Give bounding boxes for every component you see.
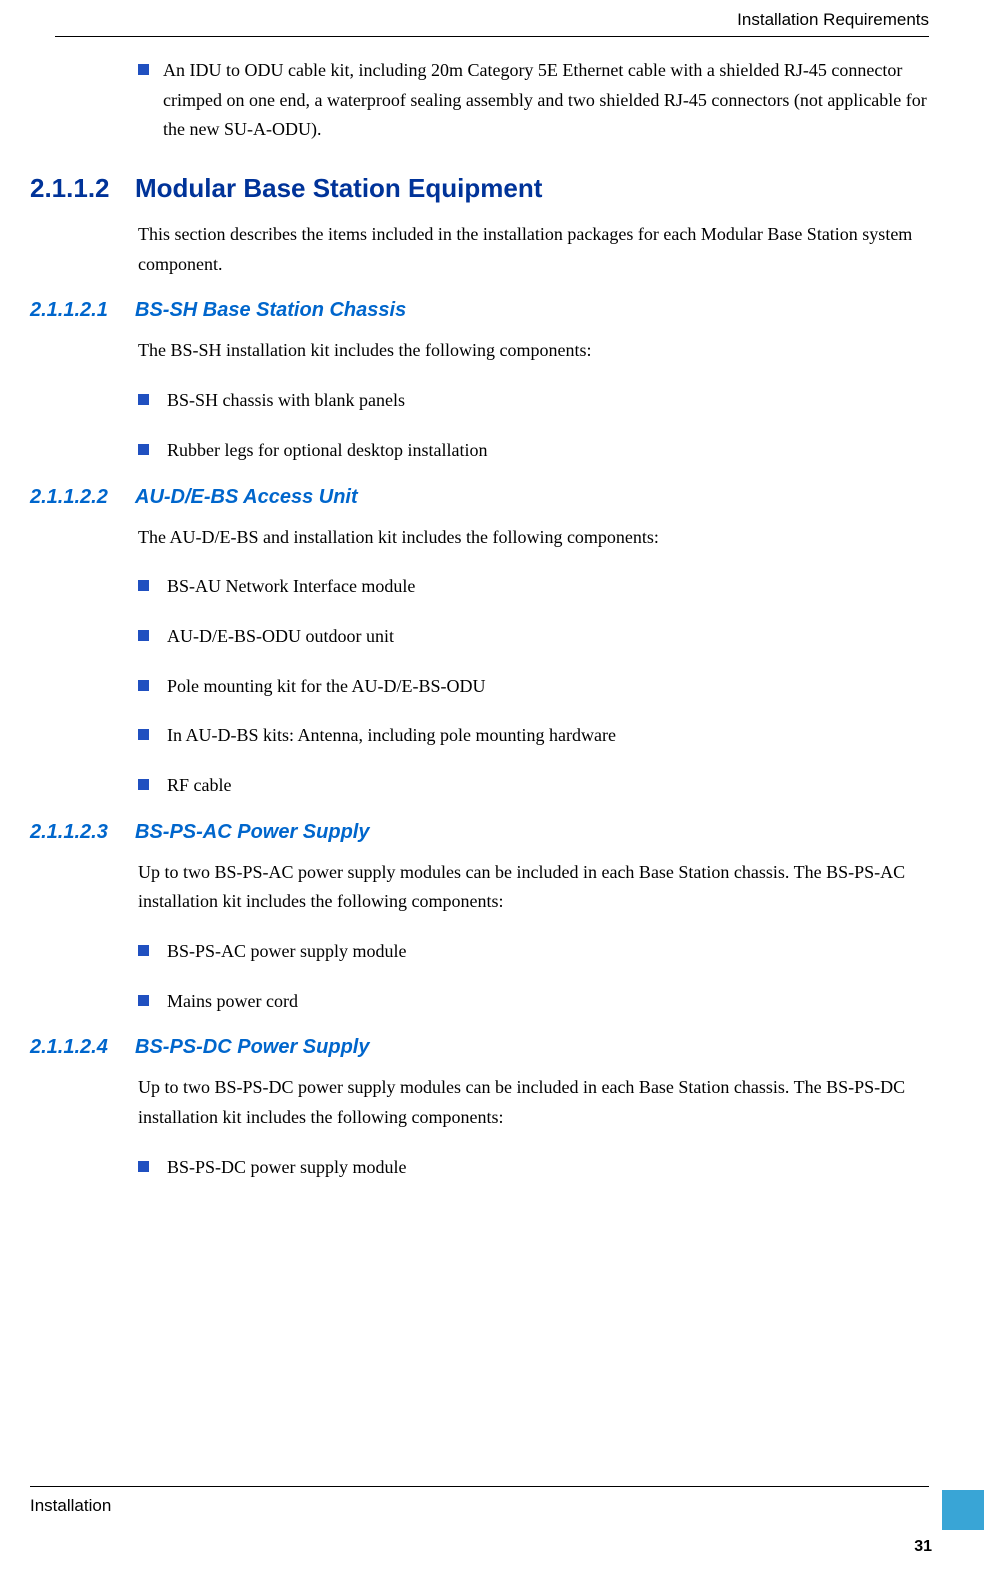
list-item: BS-PS-AC power supply module <box>138 937 929 967</box>
list-text: Rubber legs for optional desktop install… <box>167 436 487 466</box>
list-text: BS-PS-DC power supply module <box>167 1153 407 1183</box>
heading-title: Modular Base Station Equipment <box>135 173 542 204</box>
page-content: An IDU to ODU cable kit, including 20m C… <box>30 56 929 1476</box>
list-text: In AU-D-BS kits: Antenna, including pole… <box>167 721 616 751</box>
header-rule <box>55 36 929 37</box>
square-bullet-icon <box>138 580 149 591</box>
list-text: AU-D/E-BS-ODU outdoor unit <box>167 622 394 652</box>
heading-title: BS-PS-DC Power Supply <box>135 1036 369 1059</box>
heading-title: BS-SH Base Station Chassis <box>135 299 406 322</box>
footer-rule <box>30 1486 929 1487</box>
paragraph: The BS-SH installation kit includes the … <box>138 336 929 366</box>
bullet-list: BS-PS-AC power supply module Mains power… <box>138 937 929 1016</box>
paragraph: Up to two BS-PS-DC power supply modules … <box>138 1073 929 1132</box>
heading-number: 2.1.1.2.2 <box>30 486 135 509</box>
heading-number: 2.1.1.2.3 <box>30 821 135 844</box>
list-item: BS-AU Network Interface module <box>138 572 929 602</box>
list-item: AU-D/E-BS-ODU outdoor unit <box>138 622 929 652</box>
square-bullet-icon <box>138 64 149 75</box>
square-bullet-icon <box>138 680 149 691</box>
paragraph: The AU-D/E-BS and installation kit inclu… <box>138 523 929 553</box>
bullet-list: BS-SH chassis with blank panels Rubber l… <box>138 386 929 465</box>
list-item: Mains power cord <box>138 987 929 1017</box>
page-footer: Installation 31 <box>0 1486 984 1596</box>
page-number: 31 <box>914 1538 932 1556</box>
list-item: RF cable <box>138 771 929 801</box>
heading-3: 2.1.1.2.2 AU-D/E-BS Access Unit <box>30 486 929 509</box>
list-item: An IDU to ODU cable kit, including 20m C… <box>138 56 929 145</box>
heading-3: 2.1.1.2.4 BS-PS-DC Power Supply <box>30 1036 929 1059</box>
footer-tab-marker <box>942 1490 984 1530</box>
paragraph: This section describes the items include… <box>138 220 929 279</box>
heading-number: 2.1.1.2.4 <box>30 1036 135 1059</box>
heading-2: 2.1.1.2 Modular Base Station Equipment <box>30 173 929 204</box>
square-bullet-icon <box>138 630 149 641</box>
heading-title: AU-D/E-BS Access Unit <box>135 486 358 509</box>
list-item: BS-PS-DC power supply module <box>138 1153 929 1183</box>
intro-list: An IDU to ODU cable kit, including 20m C… <box>138 56 929 145</box>
heading-title: BS-PS-AC Power Supply <box>135 821 369 844</box>
running-title: Installation Requirements <box>55 10 929 30</box>
list-text: Pole mounting kit for the AU-D/E-BS-ODU <box>167 672 485 702</box>
square-bullet-icon <box>138 729 149 740</box>
square-bullet-icon <box>138 394 149 405</box>
page-header: Installation Requirements <box>0 0 984 43</box>
list-text: An IDU to ODU cable kit, including 20m C… <box>163 56 929 145</box>
list-item: BS-SH chassis with blank panels <box>138 386 929 416</box>
list-item: Pole mounting kit for the AU-D/E-BS-ODU <box>138 672 929 702</box>
square-bullet-icon <box>138 444 149 455</box>
list-item: Rubber legs for optional desktop install… <box>138 436 929 466</box>
heading-3: 2.1.1.2.3 BS-PS-AC Power Supply <box>30 821 929 844</box>
square-bullet-icon <box>138 945 149 956</box>
list-text: BS-AU Network Interface module <box>167 572 415 602</box>
list-item: In AU-D-BS kits: Antenna, including pole… <box>138 721 929 751</box>
bullet-list: BS-AU Network Interface module AU-D/E-BS… <box>138 572 929 800</box>
heading-3: 2.1.1.2.1 BS-SH Base Station Chassis <box>30 299 929 322</box>
paragraph: Up to two BS-PS-AC power supply modules … <box>138 858 929 917</box>
heading-number: 2.1.1.2 <box>30 173 135 204</box>
square-bullet-icon <box>138 1161 149 1172</box>
footer-chapter: Installation <box>30 1496 111 1516</box>
list-text: BS-PS-AC power supply module <box>167 937 407 967</box>
list-text: BS-SH chassis with blank panels <box>167 386 405 416</box>
heading-number: 2.1.1.2.1 <box>30 299 135 322</box>
list-text: RF cable <box>167 771 232 801</box>
list-text: Mains power cord <box>167 987 298 1017</box>
square-bullet-icon <box>138 995 149 1006</box>
square-bullet-icon <box>138 779 149 790</box>
bullet-list: BS-PS-DC power supply module <box>138 1153 929 1183</box>
